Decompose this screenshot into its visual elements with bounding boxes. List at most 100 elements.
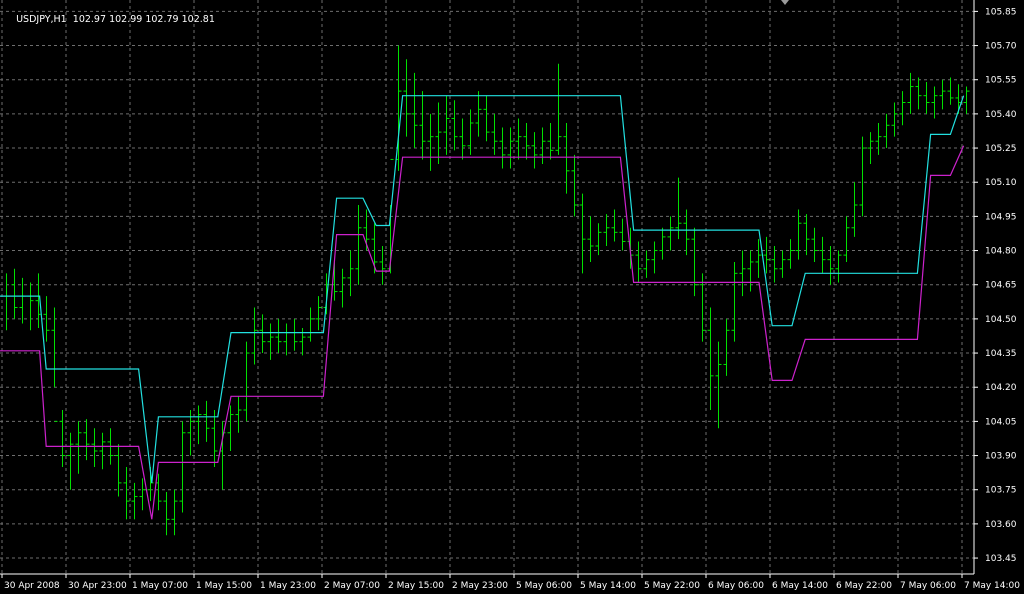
price-bar: [355, 205, 362, 285]
price-bar: [699, 273, 706, 342]
x-tick-label: 1 May 07:00: [132, 581, 188, 591]
x-tick-label: 1 May 23:00: [260, 581, 316, 591]
price-bar: [835, 250, 842, 283]
price-bar: [587, 216, 594, 262]
price-bar: [707, 307, 714, 410]
price-bar: [283, 323, 290, 356]
y-tick-label: 105.70: [985, 42, 1017, 52]
price-bar: [827, 246, 834, 285]
price-bar: [195, 405, 202, 445]
price-axis: 105.85 105.70 105.55 105.40 105.25 105.10 104.…: [974, 7, 1017, 564]
price-bar: [619, 218, 626, 251]
time-axis: 30 Apr 2008 30 Apr 23:00 1 May 07:00 1 May …: [1, 574, 1020, 591]
price-bar: [91, 428, 98, 467]
x-tick-label: 2 May 15:00: [388, 581, 444, 591]
x-tick-label: 1 May 15:00: [196, 581, 252, 591]
price-bar: [75, 421, 82, 474]
price-bar: [739, 250, 746, 297]
price-bar: [883, 113, 890, 149]
x-tick-label: 2 May 23:00: [452, 581, 508, 591]
price-chart[interactable]: 105.85 105.70 105.55 105.40 105.25 105.10 104.…: [0, 0, 1024, 594]
price-bar: [875, 123, 882, 155]
y-tick-label: 105.85: [985, 7, 1017, 17]
price-bar: [691, 227, 698, 297]
price-bar: [851, 182, 858, 237]
price-bar: [603, 214, 610, 246]
price-bar: [571, 154, 578, 217]
price-bar: [611, 209, 618, 242]
price-bar: [819, 236, 826, 274]
x-tick-label: 5 May 22:00: [644, 581, 700, 591]
price-bar: [339, 268, 346, 308]
price-bar: [947, 77, 954, 105]
price-bar: [11, 268, 18, 319]
price-bar: [179, 421, 186, 513]
price-bar: [771, 246, 778, 283]
price-bar: [899, 91, 906, 126]
ohlc-open: 102.97: [72, 14, 107, 25]
x-tick-label: 6 May 22:00: [836, 581, 892, 591]
price-bar: [635, 241, 642, 283]
price-bar: [3, 273, 10, 331]
price-bar: [243, 341, 250, 422]
price-bar: [51, 307, 58, 422]
price-bar: [515, 118, 522, 160]
y-tick-label: 103.75: [985, 486, 1017, 496]
price-bar: [115, 444, 122, 497]
price-bar: [811, 227, 818, 262]
price-bar: [83, 419, 90, 461]
x-tick-label: 5 May 14:00: [580, 581, 636, 591]
price-bar: [411, 72, 418, 149]
price-bar: [963, 86, 970, 114]
x-tick-label: 6 May 14:00: [772, 581, 828, 591]
price-bar: [667, 216, 674, 251]
price-bar: [99, 432, 106, 470]
price-bar: [915, 77, 922, 110]
y-tick-label: 104.50: [985, 315, 1017, 325]
x-tick-label: 6 May 06:00: [708, 581, 764, 591]
chart-window[interactable]: 105.85 105.70 105.55 105.40 105.25 105.10 104.…: [0, 0, 1024, 594]
price-bar: [907, 72, 914, 114]
ohlc-low: 102.79: [145, 14, 179, 25]
price-bar: [747, 250, 754, 292]
price-bar: [531, 132, 538, 169]
price-bar: [803, 214, 810, 256]
x-tick-label: 2 May 07:00: [324, 581, 380, 591]
price-bar: [131, 482, 138, 520]
price-bar: [939, 79, 946, 110]
price-bar: [267, 323, 274, 360]
ohlc-high: 102.99: [109, 14, 143, 25]
price-bar: [859, 136, 866, 217]
price-bar: [555, 63, 562, 155]
price-bar: [211, 410, 218, 467]
price-bar: [891, 102, 898, 137]
y-tick-label: 105.40: [985, 110, 1017, 120]
price-bar: [651, 241, 658, 274]
price-bar: [59, 410, 66, 467]
price-bar: [539, 127, 546, 164]
price-bar: [139, 478, 146, 511]
y-tick-label: 104.95: [985, 212, 1017, 222]
price-bar: [795, 209, 802, 260]
y-tick-label: 105.55: [985, 76, 1017, 86]
x-tick-label: 7 May 14:00: [964, 581, 1020, 591]
price-bar: [251, 307, 258, 365]
price-bar: [843, 216, 850, 262]
chart-shift-marker-icon[interactable]: [781, 0, 789, 5]
ohlc-close: 102.81: [181, 14, 215, 25]
price-bar: [379, 246, 386, 285]
price-bar: [451, 100, 458, 151]
x-tick-label: 5 May 06:00: [516, 581, 572, 591]
price-bar: [459, 118, 466, 160]
lower-channel-line: [0, 145, 965, 520]
y-tick-label: 103.60: [985, 520, 1017, 530]
y-tick-label: 104.05: [985, 417, 1017, 427]
chart-header: USDJPY,H1 102.97 102.99 102.79 102.81: [4, 3, 215, 36]
price-bar: [779, 250, 786, 278]
price-bar: [67, 432, 74, 490]
price-bar: [123, 466, 130, 520]
y-tick-label: 104.80: [985, 247, 1017, 257]
price-bar: [579, 193, 586, 274]
price-bar: [547, 123, 554, 160]
price-bar: [403, 59, 410, 137]
